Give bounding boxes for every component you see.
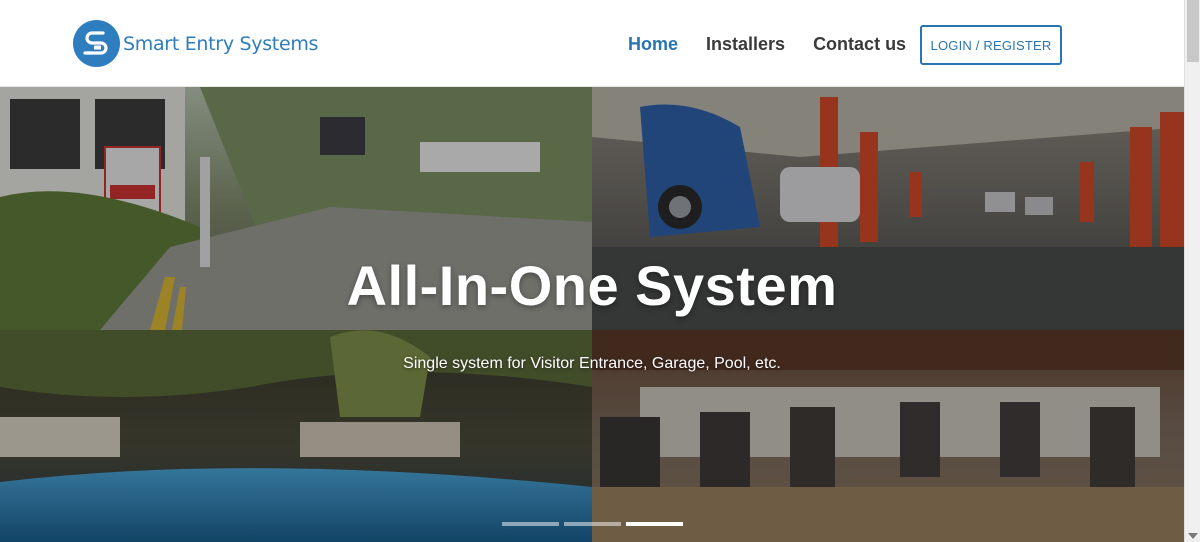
hero-title: All-In-One System xyxy=(346,254,838,317)
site-header: Smart Entry Systems Home Installers Cont… xyxy=(0,0,1184,87)
carousel-indicator-3[interactable] xyxy=(626,522,683,526)
hero-subtitle: Single system for Visitor Entrance, Gara… xyxy=(403,355,781,372)
page: Smart Entry Systems Home Installers Cont… xyxy=(0,0,1200,542)
carousel-indicator-1[interactable] xyxy=(502,522,559,526)
main-nav: Home Installers Contact us xyxy=(628,34,906,55)
nav-installers[interactable]: Installers xyxy=(706,34,785,55)
logo-icon xyxy=(73,20,120,67)
login-register-button[interactable]: LOGIN / REGISTER xyxy=(920,25,1062,65)
logo-text: Smart Entry Systems xyxy=(123,32,319,55)
nav-home[interactable]: Home xyxy=(628,34,678,55)
page-scrollbar[interactable] xyxy=(1184,0,1200,542)
scrollbar-thumb[interactable] xyxy=(1187,0,1199,62)
carousel-indicators xyxy=(502,522,683,526)
site-logo[interactable]: Smart Entry Systems xyxy=(73,20,318,67)
hero-carousel: All-In-One System Single system for Visi… xyxy=(0,87,1184,542)
carousel-indicator-2[interactable] xyxy=(564,522,621,526)
scroll-down-arrow-icon[interactable] xyxy=(1188,533,1198,539)
nav-contact-us[interactable]: Contact us xyxy=(813,34,906,55)
